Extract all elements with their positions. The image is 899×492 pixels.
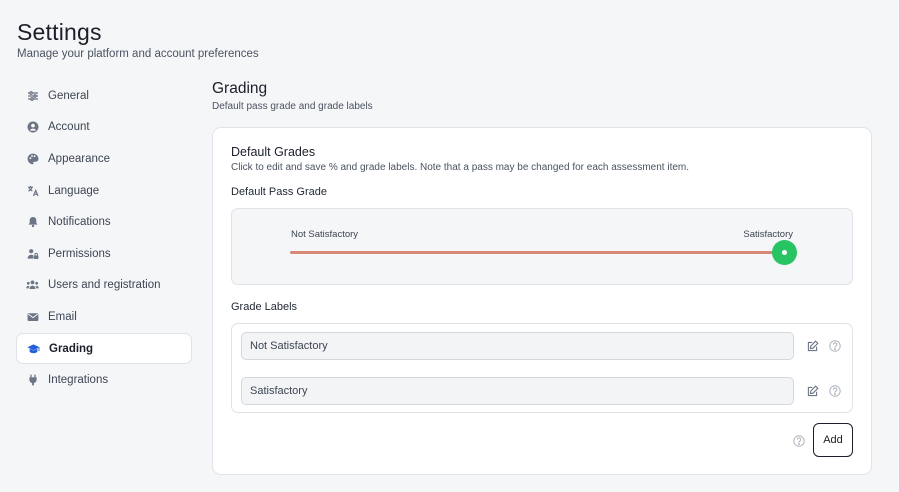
grade-label-row [241,377,845,405]
edit-icon[interactable] [806,339,820,353]
page-subtitle: Manage your platform and account prefere… [17,48,259,60]
grade-label-input[interactable] [241,377,794,405]
grade-label-row [241,332,845,360]
slider-min-label: Not Satisfactory [291,229,359,240]
grade-label-input[interactable] [241,332,794,360]
bell-icon [26,216,39,229]
pass-grade-slider-panel: Not Satisfactory Satisfactory [231,208,853,285]
default-pass-grade-label: Default Pass Grade [231,186,327,198]
edit-icon[interactable] [806,384,820,398]
sidebar-item-label: Grading [49,342,94,355]
sidebar-item-grading[interactable]: Grading [16,332,192,365]
help-icon[interactable] [828,339,842,353]
slider-handle[interactable] [771,240,797,265]
card-description: Click to edit and save % and grade label… [231,162,690,173]
grade-labels-title: Grade Labels [231,301,298,313]
page-title: Settings [17,19,102,45]
settings-sidebar: General Account Appearance Language Noti… [16,80,192,396]
user-circle-icon [26,121,39,134]
envelope-icon [26,310,39,323]
translate-icon [26,184,39,197]
grade-labels-list [231,323,853,413]
slider-track[interactable] [290,251,784,254]
sidebar-item-label: Appearance [48,152,111,165]
sidebar-item-users-and-registration[interactable]: Users and registration [16,270,192,302]
sidebar-item-label: Permissions [48,247,111,260]
sidebar-item-label: Account [48,121,90,134]
sidebar-item-appearance[interactable]: Appearance [16,143,192,175]
graduation-cap-icon [27,342,40,355]
sidebar-item-language[interactable]: Language [16,175,192,207]
sidebar-item-label: Email [48,310,77,323]
sidebar-item-general[interactable]: General [16,80,192,112]
sidebar-item-notifications[interactable]: Notifications [16,206,192,238]
card-title: Default Grades [231,145,316,159]
sidebar-item-label: General [48,89,89,102]
sidebar-item-label: Users and registration [48,279,161,292]
plug-icon [26,374,39,387]
sidebar-item-label: Integrations [48,374,109,387]
sidebar-item-permissions[interactable]: Permissions [16,238,192,270]
users-icon [26,279,39,292]
sidebar-item-label: Language [48,184,100,197]
add-grade-label-button[interactable]: Add [813,423,853,457]
sidebar-item-email[interactable]: Email [16,301,192,333]
sidebar-item-label: Notifications [48,216,111,229]
palette-icon [26,152,39,165]
sidebar-item-account[interactable]: Account [16,112,192,144]
user-lock-icon [26,247,39,260]
section-subtitle: Default pass grade and grade labels [212,101,373,112]
default-grades-card: Default Grades Click to edit and save % … [212,127,872,475]
help-icon[interactable] [792,434,806,448]
sidebar-item-integrations[interactable]: Integrations [16,364,192,396]
sliders-icon [26,89,39,102]
slider-max-label: Satisfactory [743,229,793,240]
help-icon[interactable] [828,384,842,398]
section-title: Grading [212,80,268,97]
